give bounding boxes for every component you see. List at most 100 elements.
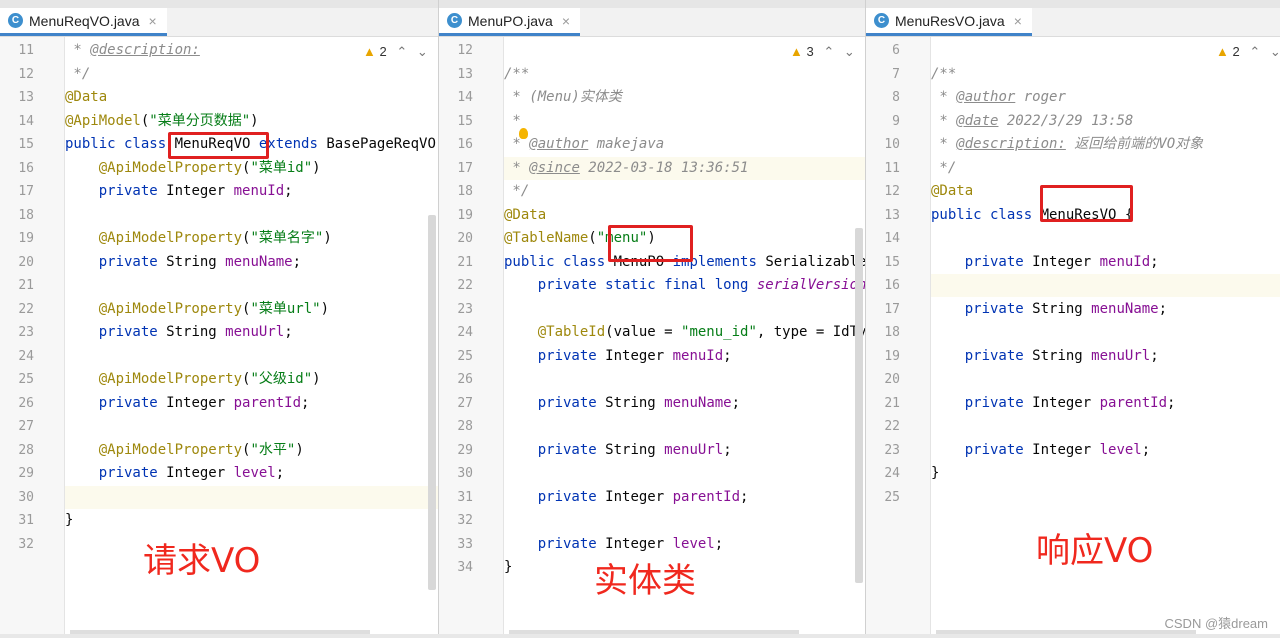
code-line[interactable]: */: [65, 63, 438, 86]
code-line[interactable]: [504, 298, 865, 321]
code-line[interactable]: [504, 368, 865, 391]
line-number[interactable]: 11: [866, 161, 900, 176]
line-number[interactable]: 19: [0, 231, 34, 246]
line-number[interactable]: 20: [866, 372, 900, 387]
line-number[interactable]: 34: [439, 560, 473, 575]
code-line[interactable]: private String menuName;: [931, 298, 1280, 321]
code-line[interactable]: private String menuName;: [504, 392, 865, 415]
code-line[interactable]: */: [504, 180, 865, 203]
line-number[interactable]: 10: [866, 137, 900, 152]
line-number[interactable]: 12: [439, 43, 473, 58]
line-number[interactable]: 22: [0, 302, 34, 317]
code-line[interactable]: [65, 485, 438, 509]
code-line[interactable]: private String menuUrl;: [931, 345, 1280, 368]
line-number[interactable]: 27: [439, 396, 473, 411]
line-number[interactable]: 19: [866, 349, 900, 364]
line-number[interactable]: 18: [866, 325, 900, 340]
code-line[interactable]: @TableName("menu"): [504, 227, 865, 250]
line-number[interactable]: 17: [439, 161, 473, 176]
code-line[interactable]: }: [65, 509, 438, 532]
close-icon[interactable]: ×: [149, 13, 157, 29]
tab-menupo[interactable]: C MenuPO.java ×: [439, 8, 581, 36]
line-number[interactable]: 12: [0, 67, 34, 82]
code-line[interactable]: @ApiModelProperty("菜单url"): [65, 298, 438, 321]
code-line[interactable]: * (Menu)实体类: [504, 86, 865, 109]
code-line[interactable]: [931, 368, 1280, 391]
code-line[interactable]: [931, 274, 1280, 297]
code-line[interactable]: public class MenuReqVO extends BasePageR…: [65, 133, 438, 156]
line-number[interactable]: 20: [0, 255, 34, 270]
code-line[interactable]: * @since 2022-03-18 13:36:51: [504, 156, 865, 180]
line-number[interactable]: 20: [439, 231, 473, 246]
code-line[interactable]: private Integer parentId;: [931, 392, 1280, 415]
code-line[interactable]: *: [504, 110, 865, 133]
code-line[interactable]: }: [931, 462, 1280, 485]
code-line[interactable]: [931, 227, 1280, 250]
code-line[interactable]: @TableId(value = "menu_id", type = IdTyp…: [504, 321, 865, 344]
line-number[interactable]: 24: [0, 349, 34, 364]
line-number[interactable]: 27: [0, 419, 34, 434]
line-number[interactable]: 16: [439, 137, 473, 152]
line-number[interactable]: 28: [439, 419, 473, 434]
close-icon[interactable]: ×: [1014, 13, 1022, 29]
code-line[interactable]: public class MenuResVO {: [931, 204, 1280, 227]
editor-pane-menureqvo[interactable]: C MenuReqVO.java × 11 12 13 14 15 16 17 18 19 20 2…: [0, 0, 438, 638]
chevron-up-icon[interactable]: ⌃: [823, 44, 834, 59]
code-line[interactable]: /**: [931, 63, 1280, 86]
line-number[interactable]: 12: [866, 184, 900, 199]
line-number[interactable]: 13: [866, 208, 900, 223]
line-number[interactable]: 25: [439, 349, 473, 364]
code-line[interactable]: * @date 2022/3/29 13:58: [931, 110, 1280, 133]
chevron-down-icon[interactable]: ⌄: [844, 44, 855, 59]
line-number[interactable]: 23: [0, 325, 34, 340]
code-line[interactable]: * @author roger: [931, 86, 1280, 109]
line-number[interactable]: 23: [866, 443, 900, 458]
tab-menuresvo[interactable]: C MenuResVO.java ×: [866, 8, 1032, 36]
code-line[interactable]: @Data: [504, 204, 865, 227]
line-number[interactable]: 14: [866, 231, 900, 246]
line-number[interactable]: 14: [439, 90, 473, 105]
code-line[interactable]: private Integer parentId;: [504, 486, 865, 509]
line-number[interactable]: 31: [439, 490, 473, 505]
line-number[interactable]: 25: [866, 490, 900, 505]
code-line[interactable]: [931, 321, 1280, 344]
code-line[interactable]: [931, 415, 1280, 438]
line-number[interactable]: 6: [866, 43, 900, 58]
code-line[interactable]: private static final long serialVersionU…: [504, 274, 865, 297]
code-line[interactable]: * @description: 返回给前端的VO对象: [931, 133, 1280, 156]
line-number[interactable]: 15: [439, 114, 473, 129]
code-line[interactable]: @ApiModelProperty("菜单名字"): [65, 227, 438, 250]
line-number[interactable]: 30: [0, 490, 34, 505]
tab-menureqvo[interactable]: C MenuReqVO.java ×: [0, 8, 167, 36]
code-line[interactable]: [504, 415, 865, 438]
editor-pane-menuresvo[interactable]: C MenuResVO.java × 6 7 8 9 10 11 12 13 14 15 16 17 1…: [866, 0, 1280, 638]
code-line[interactable]: private Integer parentId;: [65, 392, 438, 415]
code-line[interactable]: [931, 486, 1280, 509]
code-line[interactable]: private String menuName;: [65, 251, 438, 274]
line-number[interactable]: 15: [866, 255, 900, 270]
line-number[interactable]: 24: [866, 466, 900, 481]
line-number[interactable]: 32: [0, 537, 34, 552]
line-number[interactable]: 29: [0, 466, 34, 481]
code-line[interactable]: private Integer menuId;: [65, 180, 438, 203]
vertical-scrollbar[interactable]: [855, 228, 863, 583]
chevron-up-icon[interactable]: ⌃: [396, 44, 407, 59]
code-line[interactable]: @ApiModelProperty("菜单id"): [65, 157, 438, 180]
code-line[interactable]: @ApiModel("菜单分页数据"): [65, 110, 438, 133]
code-area[interactable]: /** * (Menu)实体类 * * @author makejava * @…: [504, 37, 865, 638]
chevron-up-icon[interactable]: ⌃: [1249, 44, 1260, 59]
code-line[interactable]: * @author makejava: [504, 133, 865, 156]
line-number[interactable]: 33: [439, 537, 473, 552]
line-number[interactable]: 13: [0, 90, 34, 105]
code-line[interactable]: [65, 345, 438, 368]
code-line[interactable]: private Integer level;: [931, 439, 1280, 462]
line-number[interactable]: 18: [439, 184, 473, 199]
line-number[interactable]: 9: [866, 114, 900, 129]
line-number[interactable]: 17: [0, 184, 34, 199]
line-number[interactable]: 21: [866, 396, 900, 411]
line-number[interactable]: 7: [866, 67, 900, 82]
code-line[interactable]: @Data: [65, 86, 438, 109]
line-number[interactable]: 14: [0, 114, 34, 129]
lightbulb-icon[interactable]: [519, 128, 528, 139]
line-number[interactable]: 29: [439, 443, 473, 458]
